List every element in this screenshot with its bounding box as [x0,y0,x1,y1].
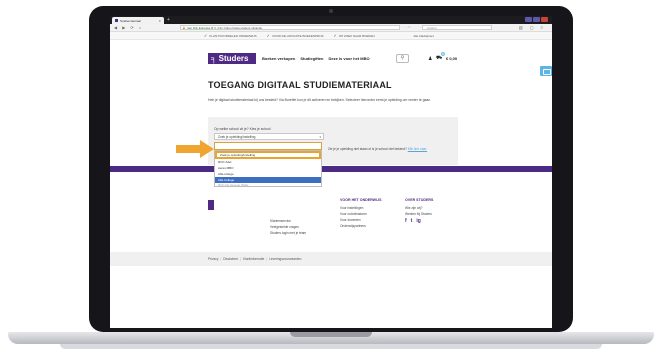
user-icon[interactable]: ♟ [428,56,432,62]
school-select[interactable]: Zoek je opleiding/instelling ▾ [214,133,324,140]
search-icon[interactable]: ⚲ [396,54,409,63]
close-window-button[interactable] [541,17,548,22]
toolbar-icons[interactable]: ▥ ▢ ≡ [519,25,546,30]
check-icon: ✓ [266,33,271,38]
footer-link-disclaimer[interactable]: Disclaimer [223,257,238,261]
pointer-arrow-icon [176,140,214,158]
instagram-icon[interactable]: ig [416,218,420,224]
window-controls [525,17,548,22]
minimize-button[interactable] [525,17,532,22]
favicon-icon [115,19,118,22]
dropdown-search-input[interactable] [214,142,322,150]
footer-heading: VOOR HET ONDERWIJS [340,198,382,202]
nav-buttons-icon[interactable]: ◀ ▶ ⟳ ⌂ [114,25,143,30]
footer-bottom-bar: Privacy | Disclaimer | Klantinformatie |… [110,252,552,266]
studers-logo[interactable]: ╕ Studers [208,53,256,64]
laptop-shadow [60,344,602,349]
lock-icon: 🔒 [182,26,186,30]
nav-item-boeken-verkopen[interactable]: Boeken verkopen [262,56,295,61]
twitter-icon[interactable]: t [411,218,413,224]
school-dropdown-list: Zoek je opleiding/instelling ROC Adel Ae… [214,150,322,187]
footer-link[interactable]: Werken bij Studers [405,211,433,217]
laptop-notch [290,332,372,337]
bookmark-item[interactable]: ✓ OP ZOEK NAAR BOEKEN [334,33,375,38]
webcam [329,9,333,13]
footer-logo [208,200,214,210]
check-icon: ✓ [333,33,337,38]
bookmark-item[interactable]: ✓ KLANTVOORDELEN ONDERWIJS [204,33,257,38]
chat-icon[interactable] [540,66,552,76]
page-title: TOEGANG DIGITAAL STUDIEMATERIAAL [208,80,392,90]
help-text: Zie je je opleiding niet staan of is je … [328,147,428,151]
laptop-screen: Studiemateriaal ✕ + ◀ ▶ ⟳ ⌂ 🔒 Van Dijk E… [110,16,552,328]
new-tab-icon[interactable]: + [167,17,170,23]
cart-count-badge: 0 [441,52,445,56]
laptop-mockup: Studiemateriaal ✕ + ◀ ▶ ⟳ ⌂ 🔒 Van Dijk E… [0,0,662,354]
intro-text: Heb je digitaal studiemateriaal bij ons … [208,98,432,102]
chevron-down-icon: ▾ [319,135,321,139]
browser-tab-bar: Studiemateriaal ✕ + [110,16,552,24]
tab-title: Studiemateriaal [120,18,141,23]
help-link[interactable]: Klik hier naar. [408,147,427,151]
cart-icon[interactable]: ⛟ [436,55,442,62]
nav-item-studiegiften[interactable]: Studiegiften [300,56,323,61]
footer-col-over: OVER STUDERS Wie zijn wij? Werken bij St… [405,198,433,224]
cart-price: € 0,00 [446,56,458,61]
footer: Klantenservice Veelgestelde vragen Stude… [110,172,552,252]
footer-col-onderwijs: VOOR HET ONDERWIJS Voor instellingen Voo… [340,198,381,229]
footer-link-leveringsvoorwaarden[interactable]: Leveringsvoorwaarden [269,257,301,261]
maximize-button[interactable] [533,17,540,22]
footer-link[interactable]: Studers login met je team [270,230,306,236]
url-secure-label: Van Dijk Educatie B.V. (NL) [187,26,224,30]
bookmark-item[interactable]: ✓ VOOR DE HOOGSTE BOEKENPRIJS [267,33,324,38]
footer-heading: OVER STUDERS [405,198,434,202]
footer-link[interactable]: Onderwijspartners [340,223,381,229]
main-nav: Boeken verkopen Studiegiften Deze is voo… [262,56,370,61]
url-text: https://www.studers.nl/studie [224,26,263,30]
facebook-icon[interactable]: f [405,218,407,224]
all-bookmarks-link[interactable]: Alle bladwijzers [413,34,434,38]
dropdown-option[interactable]: ROC De Groene Welle [215,183,321,186]
dropdown-option[interactable]: Zoek je opleiding/instelling [215,151,321,159]
address-bar[interactable]: 🔒 Van Dijk Educatie B.V. (NL) https://ww… [180,25,400,30]
footer-link-klantinformatie[interactable]: Klantinformatie [243,257,264,261]
browser-search-input[interactable]: Zoeken [422,25,492,30]
social-links: f t ig [405,218,433,224]
nav-item-mbo[interactable]: Deze is voor het MBO [328,56,369,61]
footer-col-service: Klantenservice Veelgestelde vragen Stude… [270,218,306,236]
browser-toolbar: ◀ ▶ ⟳ ⌂ 🔒 Van Dijk Educatie B.V. (NL) ht… [110,24,552,32]
bookmark-star-icon[interactable]: ··· ☆ [404,25,411,29]
browser-tab[interactable]: Studiemateriaal ✕ [112,17,164,24]
bookmarks-bar: ✓ KLANTVOORDELEN ONDERWIJS ✓ VOOR DE HOOGS… [110,32,552,40]
close-icon[interactable]: ✕ [158,19,161,23]
site-header: ╕ Studers Boeken verkopen Studiegiften De… [110,40,552,66]
check-icon: ✓ [204,33,208,38]
school-select-label: Op welke school zit je? Kies je school [214,127,271,131]
footer-link-privacy[interactable]: Privacy [208,257,218,261]
